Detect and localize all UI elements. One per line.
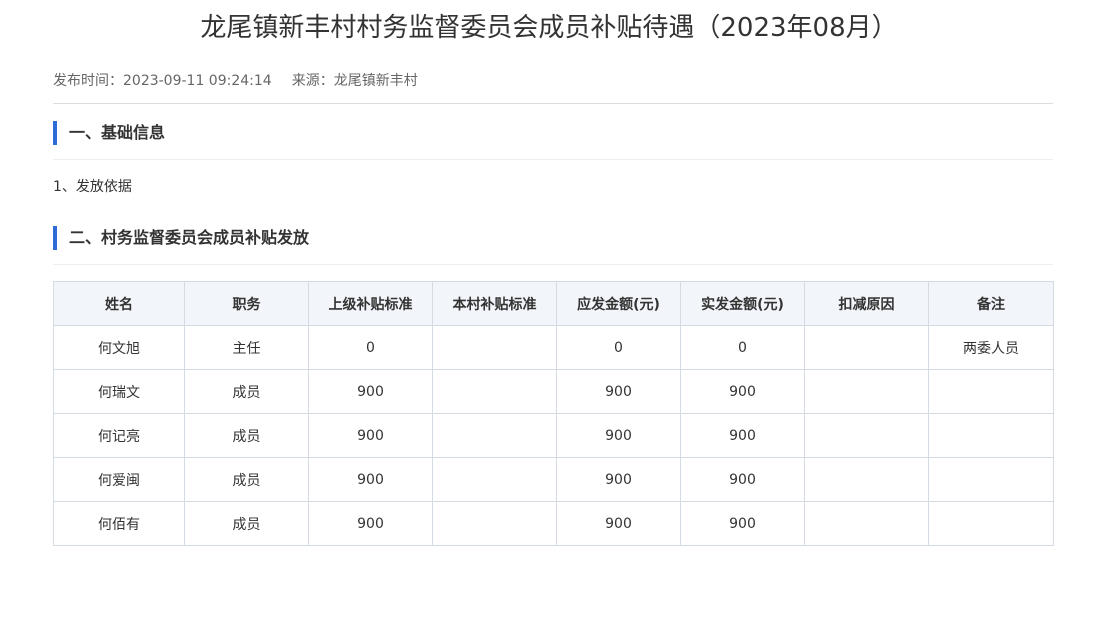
- meta-divider: [53, 103, 1053, 104]
- column-header-payable: 应发金额(元): [556, 281, 681, 326]
- cell-name: 何瑞文: [53, 369, 185, 414]
- column-header-actual: 实发金额(元): [680, 281, 805, 326]
- cell-position: 成员: [184, 369, 309, 414]
- cell-payable: 900: [556, 457, 681, 502]
- section-heading-text: 一、基础信息: [69, 123, 166, 142]
- cell-payable: 0: [556, 325, 681, 370]
- cell-position: 成员: [184, 501, 309, 546]
- cell-actual: 0: [680, 325, 805, 370]
- source-label: 来源：: [291, 73, 334, 89]
- column-header-position: 职务: [184, 281, 309, 326]
- cell-position: 成员: [184, 457, 309, 502]
- cell-deduction-reason: [804, 325, 929, 370]
- article-page: 龙尾镇新丰村村务监督委员会成员补贴待遇（2023年08月） 发布时间：2023-…: [53, 0, 1054, 546]
- column-header-remarks: 备注: [928, 281, 1054, 326]
- cell-remarks: [928, 369, 1054, 414]
- subsidy-table: 姓名 职务 上级补贴标准 本村补贴标准 应发金额(元) 实发金额(元) 扣减原因…: [53, 281, 1054, 546]
- column-header-deduction-reason: 扣减原因: [804, 281, 929, 326]
- section-heading-text: 二、村务监督委员会成员补贴发放: [69, 228, 310, 247]
- page-title: 龙尾镇新丰村村务监督委员会成员补贴待遇（2023年08月）: [200, 13, 898, 43]
- cell-remarks: [928, 457, 1054, 502]
- cell-deduction-reason: [804, 369, 929, 414]
- section-heading-basic-info: 一、基础信息: [53, 121, 1053, 145]
- table-row: 何爱闽 成员 900 900 900: [53, 457, 1054, 502]
- cell-upper-standard: 900: [308, 457, 433, 502]
- source-name: 龙尾镇新丰村: [333, 73, 418, 89]
- section-divider: [53, 159, 1053, 160]
- cell-name: 何文旭: [53, 325, 185, 370]
- cell-actual: 900: [680, 501, 805, 546]
- cell-remarks: [928, 501, 1054, 546]
- cell-upper-standard: 900: [308, 369, 433, 414]
- cell-village-standard: [432, 413, 557, 458]
- table-header-row: 姓名 职务 上级补贴标准 本村补贴标准 应发金额(元) 实发金额(元) 扣减原因…: [53, 281, 1054, 326]
- cell-remarks: 两委人员: [928, 325, 1054, 370]
- cell-deduction-reason: [804, 413, 929, 458]
- cell-payable: 900: [556, 369, 681, 414]
- cell-payable: 900: [556, 413, 681, 458]
- cell-actual: 900: [680, 413, 805, 458]
- column-header-upper-standard: 上级补贴标准: [308, 281, 433, 326]
- publish-time-label: 发布时间：: [53, 73, 123, 89]
- table-row: 何瑞文 成员 900 900 900: [53, 369, 1054, 414]
- cell-upper-standard: 900: [308, 413, 433, 458]
- cell-village-standard: [432, 325, 557, 370]
- basis-paragraph: 1、发放依据: [53, 179, 132, 195]
- table-row: 何记亮 成员 900 900 900: [53, 413, 1054, 458]
- cell-name: 何佰有: [53, 501, 185, 546]
- table-row: 何佰有 成员 900 900 900: [53, 501, 1054, 546]
- cell-payable: 900: [556, 501, 681, 546]
- cell-remarks: [928, 413, 1054, 458]
- cell-deduction-reason: [804, 457, 929, 502]
- column-header-name: 姓名: [53, 281, 185, 326]
- publish-time: 2023-09-11 09:24:14: [123, 73, 272, 89]
- cell-village-standard: [432, 501, 557, 546]
- section-heading-subsidy: 二、村务监督委员会成员补贴发放: [53, 226, 1053, 250]
- cell-actual: 900: [680, 369, 805, 414]
- section-accent-bar: [53, 121, 57, 145]
- cell-upper-standard: 0: [308, 325, 433, 370]
- column-header-village-standard: 本村补贴标准: [432, 281, 557, 326]
- cell-upper-standard: 900: [308, 501, 433, 546]
- cell-village-standard: [432, 457, 557, 502]
- table-row: 何文旭 主任 0 0 0 两委人员: [53, 325, 1054, 370]
- cell-deduction-reason: [804, 501, 929, 546]
- cell-actual: 900: [680, 457, 805, 502]
- cell-village-standard: [432, 369, 557, 414]
- section-accent-bar: [53, 226, 57, 250]
- article-meta: 发布时间：2023-09-11 09:24:14 来源：龙尾镇新丰村: [53, 71, 1053, 91]
- section-divider: [53, 264, 1053, 265]
- cell-position: 主任: [184, 325, 309, 370]
- cell-position: 成员: [184, 413, 309, 458]
- cell-name: 何记亮: [53, 413, 185, 458]
- cell-name: 何爱闽: [53, 457, 185, 502]
